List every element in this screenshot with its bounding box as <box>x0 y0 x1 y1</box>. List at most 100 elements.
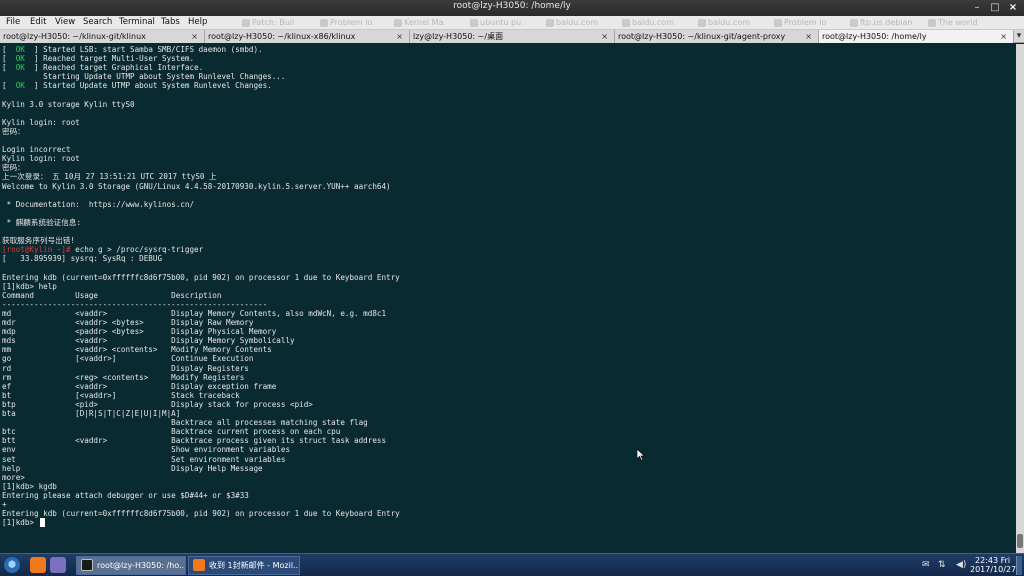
background-browser-tab: ftp.us.debian <box>848 16 914 30</box>
task-label: root@lzy-H3050: /ho... <box>97 561 186 570</box>
terminal-line: rd Display Registers <box>2 363 249 373</box>
show-desktop-button[interactable] <box>1016 556 1022 575</box>
maximize-button[interactable]: □ <box>988 1 1002 15</box>
terminal-line: 密码： <box>2 126 25 136</box>
title-bar: root@lzy-H3050: /home/ly – □ × <box>0 0 1024 16</box>
terminal-line: 获取服务序列号出错! <box>2 236 75 246</box>
terminal-line: env Show environment variables <box>2 445 291 455</box>
terminal-icon <box>81 559 93 571</box>
terminal-line: mm <vaddr> <contents> Modify Memory Cont… <box>2 345 272 355</box>
terminal-line: [ OK ] Started LSB: start Samba SMB/CIFS… <box>2 45 263 54</box>
terminal-line: [1]kdb> kgdb <box>2 481 57 491</box>
taskbar-mail-button[interactable]: 收到 1封新邮件 - Mozil... <box>188 556 300 575</box>
menu-view[interactable]: View <box>55 17 75 27</box>
terminal-tab-bar: root@lzy-H3050: ~/klinux-git/klinux × ro… <box>0 30 1024 43</box>
taskbar-terminal-button[interactable]: root@lzy-H3050: /ho... <box>76 556 186 575</box>
background-browser-tab: baidu.com <box>696 16 752 30</box>
terminal-line: Kylin login: root <box>2 154 80 164</box>
terminal-line: help Display Help Message <box>2 463 263 473</box>
terminal-line: [ OK ] Reached target Multi-User System. <box>2 54 195 64</box>
terminal-line: set Set environment variables <box>2 454 286 464</box>
menu-search[interactable]: Search <box>83 17 112 27</box>
menu-tabs[interactable]: Tabs <box>161 17 180 27</box>
tab-agent-proxy[interactable]: root@lzy-H3050: ~/klinux-git/agent-proxy… <box>615 30 819 43</box>
menu-edit[interactable]: Edit <box>30 17 46 27</box>
menu-terminal[interactable]: Terminal <box>119 17 155 27</box>
menu-file[interactable]: File <box>6 17 20 27</box>
terminal-output[interactable]: [ OK ] Started LSB: start Samba SMB/CIFS… <box>0 44 1016 553</box>
new-tab-icon[interactable]: ▾ <box>1014 30 1024 43</box>
terminal-line: btc Backtrace current process on each cp… <box>2 427 341 437</box>
background-browser-tab: The world <box>926 16 988 30</box>
terminal-line: md <vaddr> Display Memory Contents, also… <box>2 308 387 318</box>
terminal-line: [ 33.895939] sysrq: SysRq : DEBUG <box>2 254 163 264</box>
background-browser-tab: Patch: Buil <box>240 16 324 30</box>
clock-time[interactable]: 22:43 Fri <box>975 556 1010 565</box>
terminal-cursor <box>40 518 45 527</box>
menu-help[interactable]: Help <box>188 17 207 27</box>
terminal-line: * 麒麟系统验证信息: <box>2 217 82 227</box>
terminal-line: [1]kdb> help <box>2 281 57 291</box>
close-tab-icon[interactable]: × <box>1000 30 1007 43</box>
window-title: root@lzy-H3050: /home/ly <box>453 1 571 11</box>
firefox-launcher-icon[interactable] <box>30 557 46 573</box>
terminal-line: Entering kdb (current=0xffffffc8d6f75b00… <box>2 272 400 282</box>
terminal-line: mds <vaddr> Display Memory Symbolically <box>2 336 295 346</box>
task-label: 收到 1封新邮件 - Mozil... <box>209 561 300 570</box>
terminal-line: more> <box>2 472 25 482</box>
background-browser-tab: baidu.com <box>544 16 600 30</box>
terminal-line: 密码： <box>2 163 25 173</box>
tab-klinux-git[interactable]: root@lzy-H3050: ~/klinux-git/klinux × <box>0 30 205 43</box>
background-browser-tab: ubuntu pu <box>468 16 524 30</box>
terminal-line: mdp <paddr> <bytes> Display Physical Mem… <box>2 327 277 337</box>
tab-desktop[interactable]: lzy@lzy-H3050: ~/桌面 × <box>410 30 615 43</box>
terminal-line: Welcome to Kylin 3.0 Storage (GNU/Linux … <box>2 181 391 191</box>
file-manager-launcher-icon[interactable] <box>50 557 66 573</box>
close-tab-icon[interactable]: × <box>805 30 812 43</box>
terminal-line: [root@Kylin ~]# echo g > /proc/sysrq-tri… <box>2 245 204 255</box>
terminal-line: go [<vaddr>] Continue Execution <box>2 354 254 364</box>
terminal-line: mdr <vaddr> <bytes> Display Raw Memory <box>2 318 254 327</box>
close-tab-icon[interactable]: × <box>601 30 608 43</box>
terminal-line: [1]kdb> <box>2 518 39 528</box>
terminal-line: * Documentation: https://www.kylinos.cn/ <box>2 199 195 209</box>
background-browser-tab: Problem lo <box>318 16 394 30</box>
background-browser-tab: baidu.com <box>620 16 676 30</box>
terminal-line: btt <vaddr> Backtrace process given its … <box>2 436 387 446</box>
terminal-line: ef <vaddr> Display exception frame <box>2 381 277 391</box>
tab-label: lzy@lzy-H3050: ~/桌面 <box>413 32 504 41</box>
volume-icon[interactable]: ◀) <box>956 560 966 570</box>
tab-home-ly[interactable]: root@lzy-H3050: /home/ly × <box>819 30 1014 43</box>
terminal-line: Entering kdb (current=0xffffffc8d6f75b00… <box>2 509 400 519</box>
close-window-button[interactable]: × <box>1006 1 1020 15</box>
notification-icon[interactable]: ✉ <box>922 560 930 570</box>
clock-date[interactable]: 2017/10/27 <box>970 565 1016 574</box>
start-menu-icon[interactable] <box>4 557 20 573</box>
terminal-line: Kylin login: root <box>2 117 80 127</box>
tab-label: root@lzy-H3050: /home/ly <box>822 32 927 41</box>
terminal-line: rm <reg> <contents> Modify Registers <box>2 372 245 382</box>
terminal-line: Backtrace all processes matching state f… <box>2 418 368 428</box>
terminal-line: [ OK ] Reached target Graphical Interfac… <box>2 63 204 73</box>
menu-bar: File Edit View Search Terminal Tabs Help… <box>0 16 1024 30</box>
tab-label: root@lzy-H3050: ~/klinux-x86/klinux <box>208 32 356 41</box>
taskbar: root@lzy-H3050: /ho... 收到 1封新邮件 - Mozil.… <box>0 553 1024 576</box>
close-tab-icon[interactable]: × <box>396 30 403 43</box>
terminal-line: btp <pid> Display stack for process <pid… <box>2 399 313 409</box>
tab-klinux-x86[interactable]: root@lzy-H3050: ~/klinux-x86/klinux × <box>205 30 410 43</box>
network-icon[interactable]: ⇅ <box>938 560 946 570</box>
terminal-scrollbar[interactable] <box>1016 44 1024 553</box>
terminal-line: bt [<vaddr>] Stack traceback <box>2 390 240 400</box>
terminal-line: Login incorrect <box>2 145 71 155</box>
terminal-line: Entering please attach debugger or use $… <box>2 490 249 500</box>
tab-label: root@lzy-H3050: ~/klinux-git/klinux <box>3 32 146 41</box>
terminal-line: 上一次登录： 五 10月 27 13:51:21 UTC 2017 ttyS0 … <box>2 172 217 182</box>
minimize-button[interactable]: – <box>970 1 984 15</box>
background-browser-tab: Kernel Ma <box>392 16 452 30</box>
terminal-line: ----------------------------------------… <box>2 299 268 309</box>
terminal-line: Starting Update UTMP about System Runlev… <box>2 72 286 82</box>
terminal-line: Kylin 3.0 storage Kylin ttyS0 <box>2 99 135 109</box>
tab-label: root@lzy-H3050: ~/klinux-git/agent-proxy <box>618 32 786 41</box>
close-tab-icon[interactable]: × <box>191 30 198 43</box>
scrollbar-thumb[interactable] <box>1017 534 1023 548</box>
